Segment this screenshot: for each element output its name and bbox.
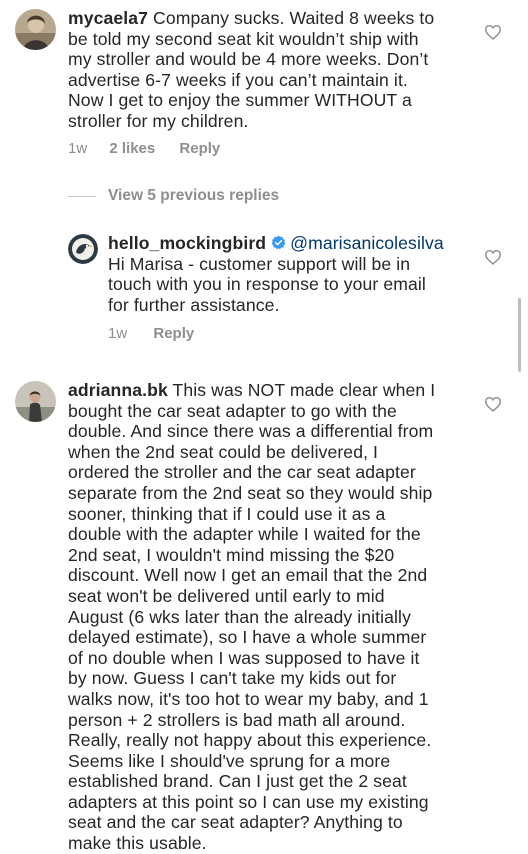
comment-adrianna-bk: adrianna.bk This was NOT made clear when… — [0, 372, 528, 853]
verified-badge-icon — [271, 235, 286, 250]
comment-line: seat won't be delivered until early to m… — [68, 585, 385, 606]
scrollbar[interactable] — [518, 298, 521, 372]
timestamp: 1w — [108, 325, 128, 342]
comment-line: my stroller and would be 4 more weeks. D… — [68, 49, 429, 70]
comment-line: double with the adapter while I waited f… — [68, 524, 421, 545]
reply-text: hello_mockingbird @marisanicolesilva Hi M… — [108, 233, 444, 315]
comment-line: seat and the car seat adapter? Anything … — [68, 812, 403, 833]
username[interactable]: mycaela7 — [68, 8, 148, 28]
reply-line: touch with you in response to your email — [108, 274, 426, 295]
comment-line: walks now, it's too hot to wear my baby,… — [68, 688, 429, 709]
timestamp: 1w — [68, 140, 88, 157]
comment-line: August (6 wks later than the already ini… — [68, 606, 411, 627]
avatar[interactable] — [68, 234, 98, 264]
heart-outline-icon[interactable] — [484, 396, 502, 412]
comment-line: Company sucks. Waited 8 weeks to — [153, 8, 435, 28]
comment-line: advertise 6-7 weeks if you can’t maintai… — [68, 69, 408, 90]
divider — [68, 195, 96, 197]
mention-link[interactable]: @marisanicolesilva — [290, 233, 444, 253]
comment-line: separate from the 2nd seat so they would… — [68, 482, 433, 503]
view-replies-label[interactable]: View 5 previous replies — [108, 187, 279, 205]
reply-line: Hi Marisa - customer support will be in — [108, 253, 411, 274]
comment-meta: 1w 2 likes Reply — [68, 140, 220, 157]
comment-text: adrianna.bk This was NOT made clear when… — [68, 380, 435, 854]
comment-mycaela7: mycaela7 Company sucks. Waited 8 weeks t… — [0, 0, 528, 170]
comment-line: bought the car seat adapter to go with t… — [68, 400, 397, 421]
reply-meta: 1w Reply — [108, 325, 194, 342]
comment-line: by now. Guess I can't take my kids out f… — [68, 668, 397, 689]
comment-line: of no double when I was supposed to have… — [68, 647, 420, 668]
comment-line: person + 2 strollers is bad math all aro… — [68, 709, 406, 730]
avatar[interactable] — [15, 381, 56, 422]
comment-text: mycaela7 Company sucks. Waited 8 weeks t… — [68, 8, 434, 132]
comment-line: be told my second seat kit wouldn’t ship… — [68, 28, 419, 49]
reply-button[interactable]: Reply — [179, 140, 220, 157]
comment-line: delayed estimate), so I have a whole sum… — [68, 627, 427, 648]
comment-line: 2nd seat, I wouldn't mind missing the $2… — [68, 544, 395, 565]
view-previous-replies[interactable]: View 5 previous replies — [68, 186, 279, 206]
comment-line: This was NOT made clear when I — [172, 380, 436, 400]
comment-line: when the 2nd seat could be delivered, I — [68, 441, 379, 462]
comment-line: stroller for my children. — [68, 110, 249, 131]
comment-line: discount. Well now I get an email that t… — [68, 565, 428, 586]
reply-line: for further assistance. — [108, 294, 280, 315]
comment-line: ordered the stroller and the car seat ad… — [68, 462, 416, 483]
comment-line: adapters at this point so I can use my e… — [68, 791, 429, 812]
comment-line: make this usable. — [68, 833, 207, 854]
avatar[interactable] — [15, 9, 56, 50]
reply-hello-mockingbird: hello_mockingbird @marisanicolesilva Hi M… — [0, 225, 528, 355]
reply-button[interactable]: Reply — [153, 325, 194, 342]
comment-line: Seems like I should've sprung for a more — [68, 750, 391, 771]
username[interactable]: adrianna.bk — [68, 380, 168, 400]
comment-line: double. And since there was a differenti… — [68, 421, 434, 442]
comment-line: established brand. Can I just get the 2 … — [68, 771, 407, 792]
comment-line: Really, really not happy about this expe… — [68, 730, 432, 751]
username[interactable]: hello_mockingbird — [108, 233, 266, 253]
heart-outline-icon[interactable] — [484, 24, 502, 40]
likes-count[interactable]: 2 likes — [109, 140, 155, 157]
heart-outline-icon[interactable] — [484, 249, 502, 265]
comment-line: sooner, thinking that if I could use it … — [68, 503, 386, 524]
comment-line: Now I get to enjoy the summer WITHOUT a — [68, 90, 412, 111]
